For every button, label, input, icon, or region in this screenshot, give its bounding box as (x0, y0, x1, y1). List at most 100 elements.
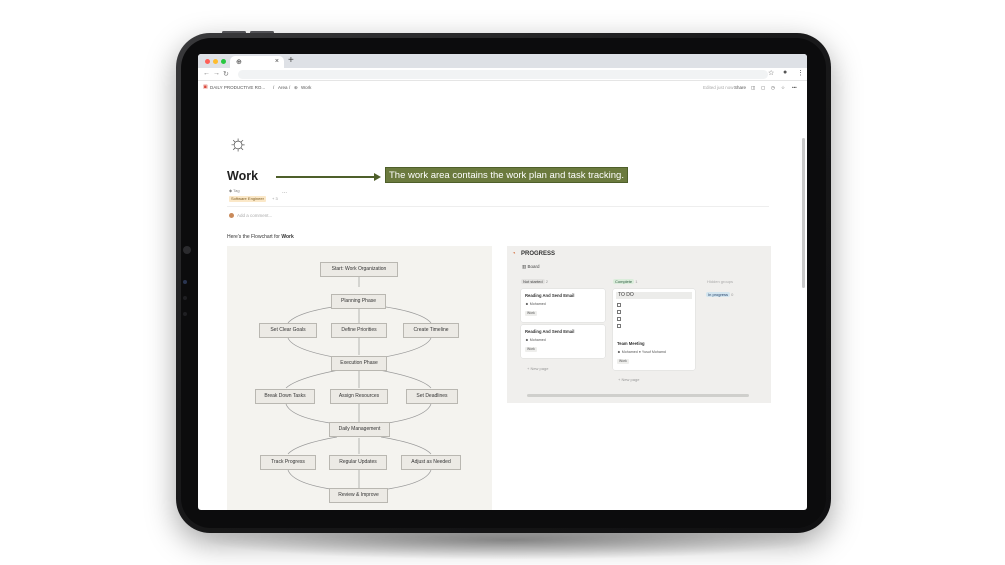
annotation-arrow (276, 176, 376, 178)
card-title: Team Meeting (617, 341, 645, 346)
checkbox[interactable] (617, 303, 621, 307)
forward-icon[interactable]: → (213, 70, 220, 77)
column-not-started[interactable]: Not started 2 (521, 279, 548, 284)
browser-tab[interactable]: ⊕ × (230, 56, 284, 68)
page-sun-icon[interactable]: ☼ (228, 130, 248, 156)
breadcrumb-page-icon: ⊛ (294, 85, 298, 90)
flow-node-updates: Regular Updates (329, 455, 387, 470)
intro-text: Here's the Flowchart for (227, 234, 282, 240)
flow-node-daily: Daily Management (329, 422, 390, 437)
flowchart: Start: Work Organization Planning Phase … (227, 246, 492, 510)
intro-bold: Work (281, 234, 294, 240)
new-page-button[interactable]: + New page (618, 377, 639, 382)
board-card[interactable]: Reading And Send Email ☻ Mohamed Work (521, 289, 605, 322)
edge (287, 469, 338, 491)
property-more[interactable]: ... (282, 189, 287, 195)
board-scrollbar[interactable] (527, 394, 749, 397)
card-person: ☻ Mohamed (525, 302, 546, 306)
workspace-icon: ▣ (203, 84, 208, 90)
edited-status: Edited just now (703, 85, 734, 90)
updates-icon[interactable]: ◫ (751, 85, 755, 91)
zoom-window-button[interactable] (221, 59, 226, 64)
flow-node-planning: Planning Phase (331, 294, 386, 309)
board-view-tab[interactable]: ▥ Board (522, 264, 540, 270)
comment-placeholder: Add a comment... (237, 213, 273, 218)
comments-icon[interactable]: ▢ (761, 85, 765, 91)
status-badge: Not started (521, 279, 545, 284)
menu-icon[interactable]: ⋮ (797, 69, 804, 77)
status-badge: Complete (613, 279, 635, 284)
column-count: 1 (635, 279, 638, 284)
new-page-button[interactable]: + New page (527, 366, 548, 371)
edge (285, 403, 338, 425)
column-in-progress[interactable]: In progress 0 (706, 292, 733, 297)
stage: ⊕ × + ← → ↻ ☆ ● ⋮ ▣ DAILY PRODUCTIVE RO.… (0, 0, 1005, 565)
minimize-window-button[interactable] (213, 59, 218, 64)
favorite-star-icon[interactable]: ☆ (781, 85, 785, 91)
page-title[interactable]: Work (227, 169, 258, 183)
address-input[interactable] (238, 70, 768, 79)
flow-node-breakdown: Break Down Tasks (255, 389, 315, 404)
flow-node-start: Start: Work Organization (320, 262, 398, 277)
tag-chip[interactable]: Software Engineer (229, 196, 266, 202)
card-person-name: Mohamed (529, 302, 546, 306)
checkbox[interactable] (617, 317, 621, 321)
bookmark-star-icon[interactable]: ☆ (768, 69, 774, 77)
column-complete[interactable]: Complete 1 (613, 279, 637, 284)
breadcrumb-workspace[interactable]: DAILY PRODUCTIVE RO... (210, 85, 265, 90)
property-tag-text: Tag (233, 188, 240, 193)
column-count: 0 (731, 292, 734, 297)
flow-node-deadlines: Set Deadlines (406, 389, 458, 404)
board-card[interactable]: Reading And Send Email ☻ Mohamed Work (521, 325, 605, 358)
comment-input[interactable]: Add a comment... (229, 213, 273, 219)
status-badge: In progress (706, 292, 731, 297)
notion-icon: ⊕ (236, 59, 242, 66)
edge (378, 305, 432, 324)
breadcrumb-sep: / (273, 85, 275, 90)
checkbox[interactable] (617, 310, 621, 314)
card-title: Reading And Send Email (525, 329, 575, 334)
flow-node-goals: Set Clear Goals (259, 323, 317, 338)
board-view-label: Board (527, 264, 540, 269)
hidden-groups-label: Hidden groups (707, 279, 734, 284)
history-icon[interactable]: ◷ (771, 85, 775, 91)
divider (227, 206, 769, 207)
share-button[interactable]: Share (734, 85, 746, 90)
breadcrumb-sep: / (289, 85, 291, 90)
breadcrumb-area[interactable]: Area (278, 85, 288, 90)
board-card[interactable]: TO DO Team Meeting ☻ Mohamed ● Yusuf Moh… (613, 289, 695, 370)
property-tag-label: ◆ Tag (229, 188, 240, 193)
flow-node-priorities: Define Priorities (331, 323, 387, 338)
checkbox[interactable] (617, 324, 621, 328)
progress-title[interactable]: PROGRESS (521, 251, 555, 257)
notion-topbar: ▣ DAILY PRODUCTIVE RO... / Area / ⊛ Work… (198, 82, 807, 92)
edge (285, 369, 340, 389)
new-tab-button[interactable]: + (288, 55, 294, 66)
card-tag: Work (617, 359, 629, 364)
flow-node-review: Review & Improve (329, 488, 388, 503)
page-scrollbar[interactable] (802, 138, 805, 288)
flowchart-intro: Here's the Flowchart for Work (227, 234, 294, 240)
card-tag: Work (525, 347, 537, 352)
side-dot (183, 296, 187, 300)
close-icon[interactable]: × (275, 58, 279, 65)
flow-node-track: Track Progress (260, 455, 316, 470)
edge (378, 369, 432, 389)
page-content: ☼ Work The work area contains the work p… (198, 92, 807, 510)
browser-tab-bar: ⊕ × + (198, 54, 807, 68)
flow-node-timeline: Create Timeline (403, 323, 459, 338)
tag-extra-count[interactable]: + 3 (272, 196, 278, 201)
breadcrumb-work[interactable]: Work (301, 85, 311, 90)
close-window-button[interactable] (205, 59, 210, 64)
card-title: Reading And Send Email (525, 293, 575, 298)
card-person: ☻ Mohamed (525, 338, 546, 342)
back-icon[interactable]: ← (203, 70, 210, 77)
camera (183, 246, 191, 254)
profile-icon[interactable]: ● (783, 69, 787, 76)
card-person-name: Mohamed (529, 338, 546, 342)
more-options-icon[interactable]: ••• (792, 85, 797, 90)
side-dot (183, 312, 187, 316)
reload-icon[interactable]: ↻ (223, 70, 229, 78)
address-bar-row: ← → ↻ ☆ ● ⋮ (198, 68, 807, 81)
edge (380, 469, 432, 491)
